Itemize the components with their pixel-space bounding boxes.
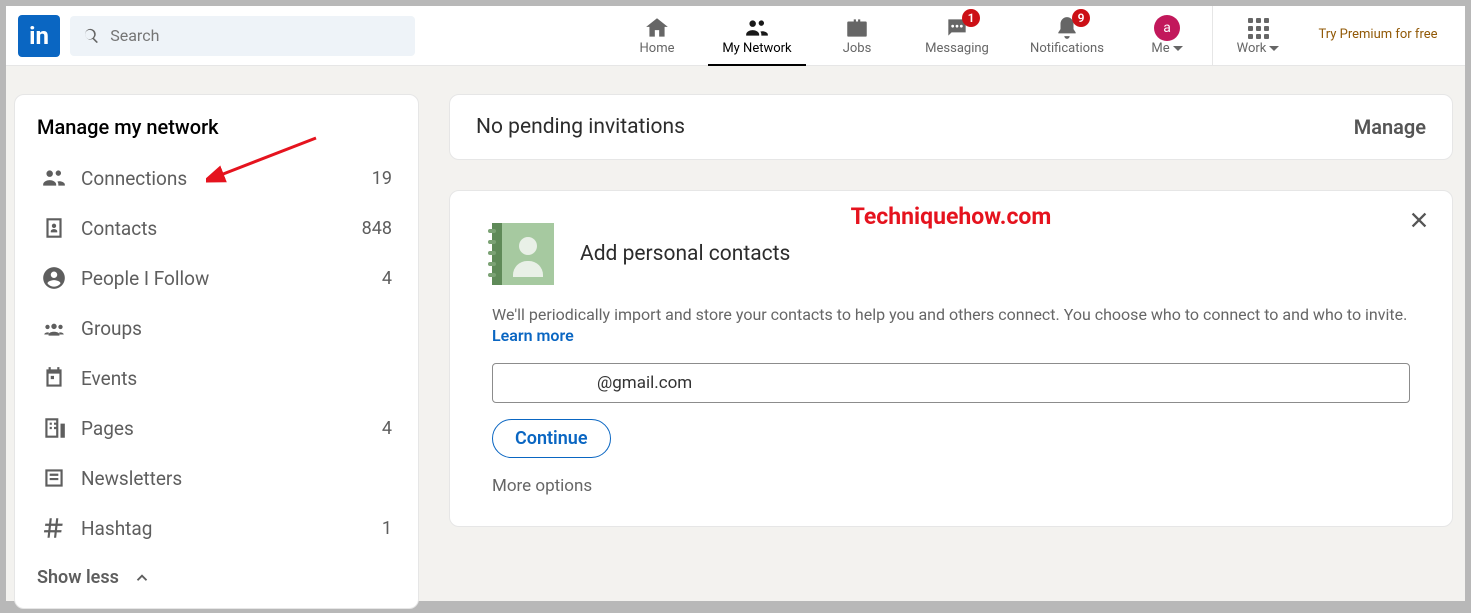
show-less-toggle[interactable]: Show less xyxy=(15,553,418,594)
group-icon xyxy=(41,315,67,341)
sidebar-item-label: Events xyxy=(81,367,392,390)
sidebar-item-contacts[interactable]: Contacts 848 xyxy=(15,203,418,253)
email-input[interactable] xyxy=(492,363,1410,403)
nav-label: Jobs xyxy=(843,41,872,56)
search-icon xyxy=(82,26,100,46)
sidebar-item-label: Connections xyxy=(81,167,372,190)
chevron-down-icon xyxy=(1173,46,1183,51)
add-contacts-card: Techniquehow.com Add personal contacts W… xyxy=(449,190,1453,527)
home-icon xyxy=(644,15,670,41)
nav-label: Home xyxy=(640,41,675,56)
watermark-text: Techniquehow.com xyxy=(851,203,1052,230)
nav-messaging[interactable]: 1 Messaging xyxy=(902,6,1012,66)
manage-invitations-button[interactable]: Manage xyxy=(1354,115,1426,139)
sidebar-item-label: Newsletters xyxy=(81,467,392,490)
learn-more-link[interactable]: Learn more xyxy=(492,326,574,345)
manage-network-sidebar: Manage my network Connections 19 Contact… xyxy=(14,94,419,609)
messaging-badge: 1 xyxy=(962,9,980,27)
contact-book-icon xyxy=(492,223,554,285)
nav-jobs[interactable]: Jobs xyxy=(812,6,902,66)
add-contacts-description: We'll periodically import and store your… xyxy=(492,305,1410,324)
sidebar-item-label: People I Follow xyxy=(81,267,382,290)
address-book-icon xyxy=(41,215,67,241)
avatar: a xyxy=(1154,15,1180,41)
sidebar-item-pages[interactable]: Pages 4 xyxy=(15,403,418,453)
chevron-up-icon xyxy=(133,569,151,587)
more-options-link[interactable]: More options xyxy=(492,476,1410,496)
notifications-badge: 9 xyxy=(1072,9,1090,27)
sidebar-item-label: Hashtag xyxy=(81,517,382,540)
show-less-label: Show less xyxy=(37,567,119,588)
hashtag-icon xyxy=(41,515,67,541)
building-icon xyxy=(41,415,67,441)
nav-my-network[interactable]: My Network xyxy=(702,6,812,66)
close-button[interactable] xyxy=(1408,209,1430,235)
people-icon xyxy=(41,165,67,191)
sidebar-item-label: Groups xyxy=(81,317,392,340)
sidebar-item-label: Contacts xyxy=(81,217,362,240)
calendar-icon xyxy=(41,365,67,391)
nav-label: Work xyxy=(1237,41,1280,56)
primary-nav: Home My Network Jobs 1 Messaging xyxy=(612,6,1453,66)
sidebar-item-count: 4 xyxy=(382,268,392,289)
sidebar-item-count: 19 xyxy=(372,168,392,189)
add-contacts-title: Add personal contacts xyxy=(580,242,790,266)
sidebar-item-count: 848 xyxy=(362,218,392,239)
sidebar-item-connections[interactable]: Connections 19 xyxy=(15,153,418,203)
briefcase-icon xyxy=(844,15,870,41)
sidebar-item-groups[interactable]: Groups xyxy=(15,303,418,353)
sidebar-item-events[interactable]: Events xyxy=(15,353,418,403)
continue-button[interactable]: Continue xyxy=(492,419,611,458)
search-input[interactable] xyxy=(110,26,403,45)
nav-notifications[interactable]: 9 Notifications xyxy=(1012,6,1122,66)
nav-label: Messaging xyxy=(925,41,989,56)
top-navbar: in Home My Network Jobs 1 xyxy=(6,6,1465,66)
pending-invitations-card: No pending invitations Manage xyxy=(449,94,1453,160)
sidebar-item-people-follow[interactable]: People I Follow 4 xyxy=(15,253,418,303)
sidebar-item-hashtag[interactable]: Hashtag 1 xyxy=(15,503,418,553)
sidebar-item-count: 1 xyxy=(382,518,392,539)
search-box[interactable] xyxy=(70,16,415,56)
nav-label: Me xyxy=(1151,41,1182,56)
chevron-down-icon xyxy=(1269,46,1279,51)
try-premium-link[interactable]: Try Premium for free xyxy=(1303,6,1453,66)
sidebar-title: Manage my network xyxy=(15,109,418,153)
sidebar-item-newsletters[interactable]: Newsletters xyxy=(15,453,418,503)
close-icon xyxy=(1408,209,1430,231)
linkedin-logo[interactable]: in xyxy=(18,15,60,57)
nav-work[interactable]: Work xyxy=(1213,6,1303,66)
newsletter-icon xyxy=(41,465,67,491)
invitations-text: No pending invitations xyxy=(476,115,685,139)
nav-label: Notifications xyxy=(1030,41,1104,56)
nav-me[interactable]: a Me xyxy=(1122,6,1212,66)
nav-label: My Network xyxy=(722,41,791,56)
sidebar-item-count: 4 xyxy=(382,418,392,439)
people-icon xyxy=(744,15,770,41)
nav-home[interactable]: Home xyxy=(612,6,702,66)
apps-grid-icon xyxy=(1248,18,1269,39)
sidebar-item-label: Pages xyxy=(81,417,382,440)
follow-icon xyxy=(41,265,67,291)
